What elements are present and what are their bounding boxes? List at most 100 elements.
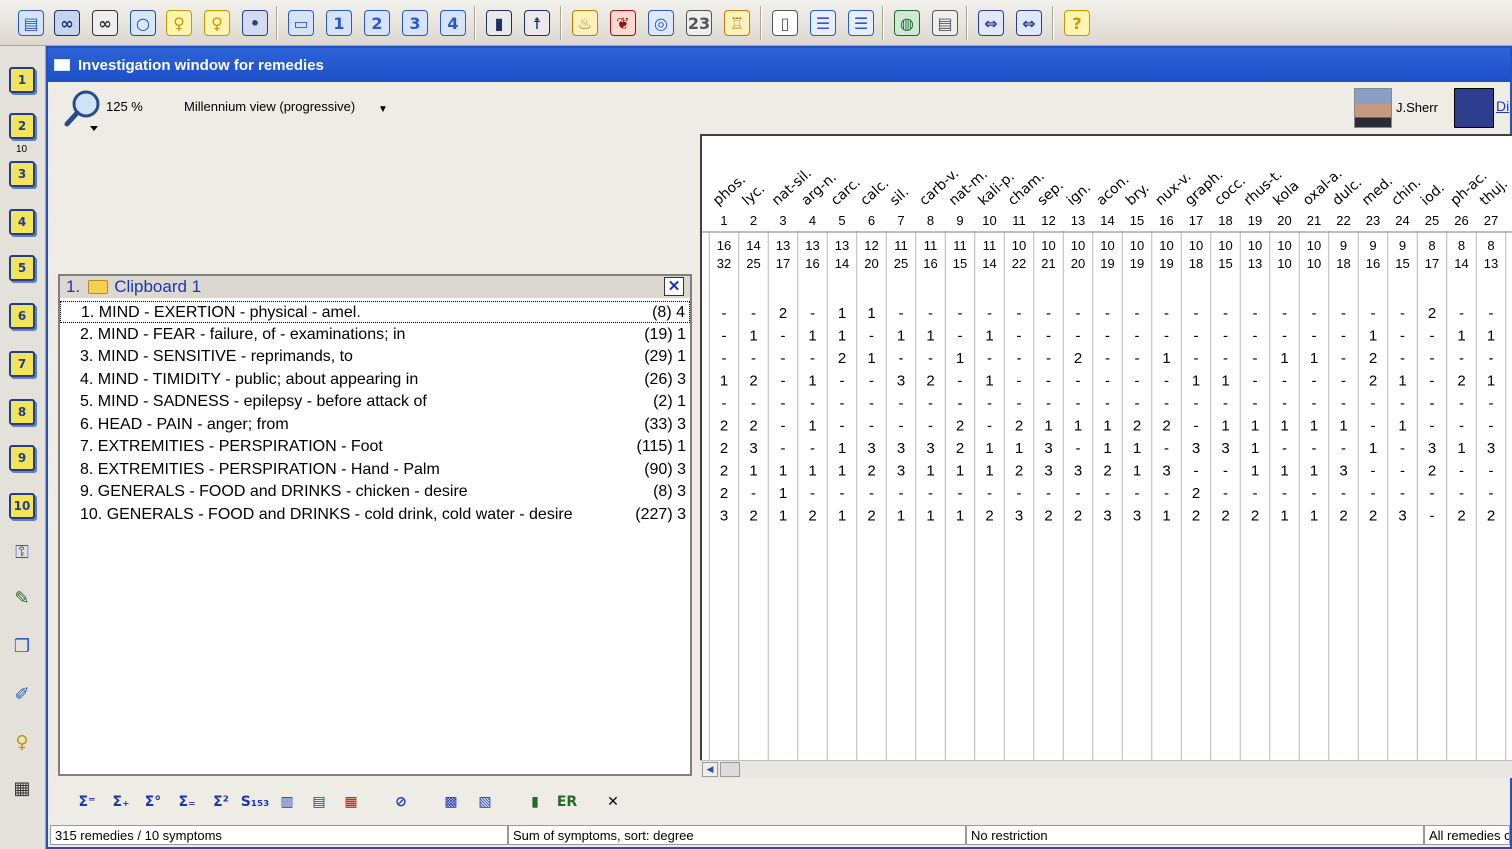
chevron-down-icon[interactable]: ▼	[378, 104, 388, 115]
clipboard-4-icon: 4	[440, 10, 466, 36]
symptom-row[interactable]: 5. MIND - SADNESS - epilepsy - before at…	[60, 391, 690, 413]
grid-cell: -	[1400, 463, 1405, 480]
scroll-thumb[interactable]	[720, 762, 740, 777]
clipboard-2-button[interactable]: 2	[360, 6, 394, 40]
lightbulb-button[interactable]: ♀	[162, 6, 196, 40]
user-name[interactable]: J.Sherr	[1396, 100, 1438, 115]
globe-button[interactable]: ◍	[890, 6, 924, 40]
symptom-row[interactable]: 9. GENERALS - FOOD and DRINKS - chicken …	[60, 481, 690, 503]
handshake-button[interactable]: ⇔	[974, 6, 1008, 40]
grid-cell: -	[1430, 418, 1435, 435]
grid-b-icon[interactable]: ▧	[472, 790, 498, 814]
table-icon[interactable]: ▦	[338, 790, 364, 814]
symptom-row[interactable]: 3. MIND - SENSITIVE - reprimands, to (29)…	[60, 346, 690, 368]
book-7-button[interactable]: 7	[6, 348, 38, 380]
toolbar-separator	[966, 6, 968, 40]
magnifier-button[interactable]: ○	[126, 6, 160, 40]
flame-button[interactable]: ♨	[568, 6, 602, 40]
close-icon[interactable]: ✕	[664, 277, 684, 296]
status-filter[interactable]: All remedies co	[1424, 825, 1510, 845]
tool-button-2[interactable]: Σ₊	[108, 790, 134, 814]
book-6-button[interactable]: 6	[6, 300, 38, 332]
symptom-row[interactable]: 6. HEAD - PAIN - anger; from (33) 3	[60, 414, 690, 436]
scroll-left-icon[interactable]: ◀	[702, 762, 718, 777]
tool-button-3[interactable]: Σ°	[140, 790, 166, 814]
book-8-button[interactable]: 8	[6, 396, 38, 428]
chart-b-icon[interactable]: ▤	[306, 790, 332, 814]
remedy-rank: 22	[1336, 213, 1350, 228]
remedy-rank: 27	[1484, 213, 1498, 228]
window-titlebar[interactable]: Investigation window for remedies	[48, 48, 1510, 82]
glasses-button[interactable]: ∞	[88, 6, 122, 40]
symptom-row[interactable]: 1. MIND - EXERTION - physical - amel. (8)…	[60, 301, 690, 323]
binoculars-button[interactable]: ∞	[50, 6, 84, 40]
user-avatar[interactable]	[1354, 88, 1392, 128]
remedy-rank: 13	[1071, 213, 1085, 228]
bar-chart-icon[interactable]: ▮	[522, 790, 548, 814]
tool-button-6[interactable]: S₁₅₃	[241, 790, 269, 814]
clip-icon[interactable]: ⊘	[388, 790, 414, 814]
tool-button-5[interactable]: Σ²	[208, 790, 234, 814]
help-button[interactable]: ?	[1060, 6, 1094, 40]
printer-button[interactable]: ▤	[928, 6, 962, 40]
tall-button[interactable]: ♖	[720, 6, 754, 40]
symptom-row[interactable]: 7. EXTREMITIES - PERSPIRATION - Foot (115…	[60, 436, 690, 458]
clipboard-header[interactable]: 1. Clipboard 1 ✕	[60, 276, 690, 298]
pencil-button[interactable]: ✐	[6, 678, 38, 710]
clipboard-button[interactable]: ▭	[284, 6, 318, 40]
tool-button-15[interactable]: ✕	[600, 790, 626, 814]
circle-button[interactable]: ◎	[644, 6, 678, 40]
clipboard-1-button[interactable]: 1	[322, 6, 356, 40]
status-sort[interactable]: Sum of symptoms, sort: degree	[508, 825, 966, 845]
symptom-row[interactable]: 4. MIND - TIMIDITY - public; about appea…	[60, 369, 690, 391]
handshake2-button[interactable]: ⇔	[1012, 6, 1046, 40]
notebook-button[interactable]: ✎	[6, 582, 38, 614]
document-edit-button[interactable]: ☰	[844, 6, 878, 40]
book-1-button[interactable]: 1	[6, 64, 38, 96]
grid-cell: 1	[1310, 418, 1318, 435]
remedy-grid: phos. 1 16 32 lyc. 2 14 25 nat-sil. 3 13 17 arg-n. 4 1…	[700, 134, 1512, 776]
clipboard-4-button[interactable]: 4	[436, 6, 470, 40]
clipboard-3-button[interactable]: 3	[398, 6, 432, 40]
lightbulb-pen-button[interactable]: ♀	[200, 6, 234, 40]
insect-button[interactable]: ❦	[606, 6, 640, 40]
tool-button-4[interactable]: Σ₌	[174, 790, 200, 814]
map-button[interactable]: ▦	[6, 772, 38, 804]
grid-cell: -	[1371, 395, 1376, 412]
book-4-button[interactable]: 4	[6, 206, 38, 238]
chart-button[interactable]: ▮	[482, 6, 516, 40]
book-icon: 2	[9, 113, 35, 139]
symptom-label: 10. GENERALS - FOOD and DRINKS - cold dr…	[80, 505, 573, 523]
chart-a-icon[interactable]: ▥	[274, 790, 300, 814]
grid-cell: 3	[1044, 440, 1052, 457]
monitor-icon[interactable]	[1454, 88, 1494, 128]
dia-link[interactable]: Di	[1496, 98, 1509, 114]
remedy-sum: 11	[894, 238, 908, 253]
book-3-button[interactable]: 3	[6, 158, 38, 190]
er-icon[interactable]: ER	[554, 790, 580, 814]
horizontal-scrollbar[interactable]: ◀	[700, 760, 1512, 778]
book-9-button[interactable]: 9	[6, 442, 38, 474]
symptom-row[interactable]: 8. EXTREMITIES - PERSPIRATION - Hand - P…	[60, 459, 690, 481]
document-list-button[interactable]: ☰	[806, 6, 840, 40]
book-5-button[interactable]: 5	[6, 252, 38, 284]
symptom-row[interactable]: 10. GENERALS - FOOD and DRINKS - cold dr…	[60, 504, 690, 526]
person-chart-button[interactable]: ☨	[520, 6, 554, 40]
document-add-button[interactable]: ▯	[768, 6, 802, 40]
book-2-button[interactable]: 2	[6, 110, 38, 142]
status-restriction[interactable]: No restriction	[966, 825, 1424, 845]
zoom-magnifier-icon[interactable]	[62, 88, 106, 132]
numbers-button[interactable]: 23	[682, 6, 716, 40]
copy-button[interactable]: ❐	[6, 630, 38, 662]
lightbulb-button[interactable]: ♀	[6, 726, 38, 758]
grid-cell: -	[1017, 485, 1022, 502]
book-10-button[interactable]: 10	[6, 490, 38, 522]
open-book-button[interactable]: ▤	[14, 6, 48, 40]
grid-cell: 1	[808, 418, 816, 435]
view-mode-select[interactable]: Millennium view (progressive)	[184, 99, 394, 114]
pills-button[interactable]: •	[238, 6, 272, 40]
tool-button-1[interactable]: Σ⁼	[74, 790, 100, 814]
grid-a-icon[interactable]: ▩	[438, 790, 464, 814]
key-button[interactable]: ⚿	[6, 536, 38, 568]
symptom-row[interactable]: 2. MIND - FEAR - failure, of - examinati…	[60, 324, 690, 346]
